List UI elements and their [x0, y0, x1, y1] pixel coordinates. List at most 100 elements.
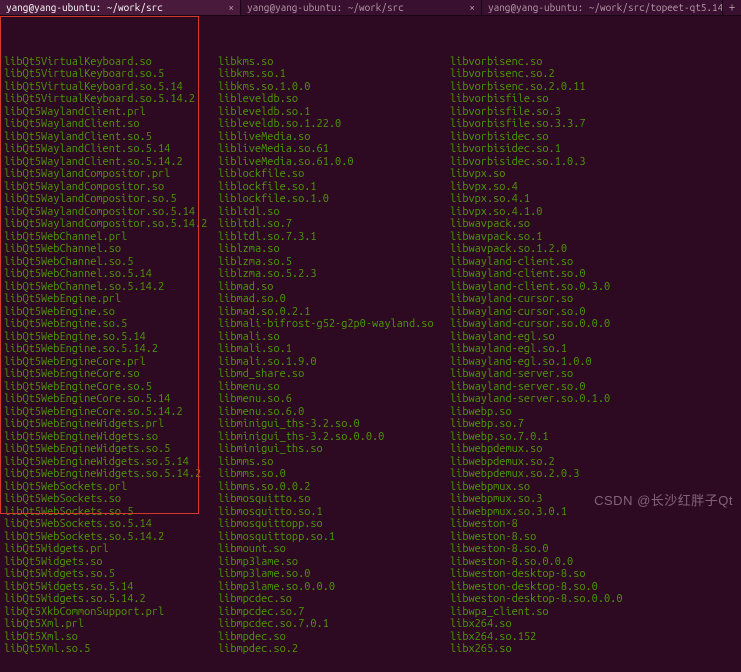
file-entry: libQt5WaylandCompositor.so: [4, 181, 218, 194]
file-entry: libwebpdemux.so: [450, 443, 737, 456]
file-entry: libQt5WebChannel.so: [4, 243, 218, 256]
close-icon[interactable]: ×: [469, 2, 475, 13]
terminal-output[interactable]: libQt5VirtualKeyboard.solibQt5VirtualKey…: [0, 16, 741, 672]
file-entry: libmpdec.so.2: [218, 643, 450, 656]
file-entry: libvpx.so: [450, 168, 737, 181]
file-entry: libQt5Xml.so.5: [4, 643, 218, 656]
file-entry: libQt5Widgets.so.5: [4, 568, 218, 581]
file-entry: libQt5WebEngineWidgets.so.5: [4, 443, 218, 456]
file-entry: liblzma.so.5.2.3: [218, 268, 450, 281]
listing-column-2: libkms.solibkms.so.1libkms.so.1.0.0lible…: [218, 56, 450, 656]
file-entry: libQt5WebEngineWidgets.prl: [4, 418, 218, 431]
file-entry: liblockfile.so.1.0: [218, 193, 450, 206]
file-entry: libQt5WebEngine.so.5: [4, 318, 218, 331]
file-entry: libQt5WebChannel.so.5.14: [4, 268, 218, 281]
file-entry: libQt5WebEngineCore.so.5.14.2: [4, 406, 218, 419]
file-entry: libliveMedia.so.61.0.0: [218, 156, 450, 169]
file-entry: libQt5WebEngineCore.so: [4, 368, 218, 381]
tab-label: yang@yang-ubuntu: ~/work/src/topeet-qt5.…: [488, 2, 723, 13]
file-entry: libvpx.so.4.1.0: [450, 206, 737, 219]
file-entry: libwavpack.so: [450, 218, 737, 231]
file-entry: libwavpack.so.1: [450, 231, 737, 244]
file-entry: libQt5WaylandClient.so.5: [4, 131, 218, 144]
file-entry: libmpdec.so: [218, 631, 450, 644]
file-entry: libwayland-server.so.0.1.0: [450, 393, 737, 406]
file-entry: libwayland-cursor.so: [450, 293, 737, 306]
file-entry: libvorbisidec.so.1: [450, 143, 737, 156]
file-entry: libmosquittopp.so.1: [218, 531, 450, 544]
file-entry: libvpx.so.4.1: [450, 193, 737, 206]
file-entry: libx264.so.152: [450, 631, 737, 644]
file-entry: libQt5WebChannel.prl: [4, 231, 218, 244]
file-entry: libltdl.so.7: [218, 218, 450, 231]
file-entry: libweston-8.so: [450, 531, 737, 544]
add-tab-button[interactable]: +: [723, 1, 741, 14]
file-entry: libwayland-server.so.0: [450, 381, 737, 394]
file-entry: libwebp.so: [450, 406, 737, 419]
terminal-tab-2[interactable]: yang@yang-ubuntu: ~/work/src ×: [241, 0, 482, 15]
file-entry: libQt5Widgets.so.5.14: [4, 581, 218, 594]
file-entry: libQt5XkbCommonSupport.prl: [4, 606, 218, 619]
file-entry: libQt5VirtualKeyboard.so: [4, 56, 218, 69]
file-entry: libQt5WebChannel.so.5.14.2: [4, 281, 218, 294]
file-entry: libmpcdec.so.7: [218, 606, 450, 619]
file-entry: libwpa_client.so: [450, 606, 737, 619]
file-entry: libmp3lame.so: [218, 556, 450, 569]
file-entry: libQt5WaylandClient.so.5.14: [4, 143, 218, 156]
file-entry: libvorbisenc.so: [450, 56, 737, 69]
file-entry: libQt5WaylandCompositor.prl: [4, 168, 218, 181]
file-entry: liblzma.so.5: [218, 256, 450, 269]
file-entry: libmpcdec.so.7.0.1: [218, 618, 450, 631]
file-entry: libmosquitto.so.1: [218, 506, 450, 519]
file-entry: libvorbisidec.so.1.0.3: [450, 156, 737, 169]
file-entry: libQt5Widgets.so: [4, 556, 218, 569]
file-entry: libQt5Xml.so: [4, 631, 218, 644]
file-entry: libwayland-egl.so: [450, 331, 737, 344]
file-entry: libQt5WebEngineWidgets.so: [4, 431, 218, 444]
file-entry: libQt5WebSockets.so: [4, 493, 218, 506]
file-entry: libkms.so.1.0.0: [218, 81, 450, 94]
file-entry: libQt5WaylandCompositor.so.5.14.2: [4, 218, 218, 231]
listing-column-3: libvorbisenc.solibvorbisenc.so.2libvorbi…: [450, 56, 737, 656]
file-entry: libmad.so.0.2.1: [218, 306, 450, 319]
file-entry: libQt5WebSockets.so.5: [4, 506, 218, 519]
file-entry: libQt5WebEngineCore.so.5: [4, 381, 218, 394]
file-entry: libx264.so: [450, 618, 737, 631]
file-entry: libQt5WaylandClient.so: [4, 118, 218, 131]
file-entry: libleveldb.so.1.22.0: [218, 118, 450, 131]
file-entry: libQt5VirtualKeyboard.so.5: [4, 68, 218, 81]
file-entry: libmms.so.0: [218, 468, 450, 481]
file-entry: libQt5WebEngineWidgets.so.5.14: [4, 456, 218, 469]
file-entry: libwayland-cursor.so.0: [450, 306, 737, 319]
file-entry: libwayland-client.so.0.3.0: [450, 281, 737, 294]
file-entry: libweston-desktop-8.so.0: [450, 581, 737, 594]
file-entry: libwebpdemux.so.2.0.3: [450, 468, 737, 481]
listing-column-1: libQt5VirtualKeyboard.solibQt5VirtualKey…: [4, 56, 218, 656]
file-entry: libmms.so: [218, 456, 450, 469]
file-entry: libmp3lame.so.0.0.0: [218, 581, 450, 594]
file-entry: libQt5WebSockets.prl: [4, 481, 218, 494]
file-entry: liblockfile.so: [218, 168, 450, 181]
file-entry: libwavpack.so.1.2.0: [450, 243, 737, 256]
file-entry: libQt5WaylandCompositor.so.5.14: [4, 206, 218, 219]
file-entry: libweston-8.so.0.0.0: [450, 556, 737, 569]
file-entry: libweston-8: [450, 518, 737, 531]
file-entry: libmpcdec.so: [218, 593, 450, 606]
close-icon[interactable]: ×: [228, 2, 234, 13]
file-entry: libleveldb.so: [218, 93, 450, 106]
file-entry: libminigui_ths.so: [218, 443, 450, 456]
file-entry: libmenu.so.6: [218, 393, 450, 406]
file-entry: libwayland-client.so.0: [450, 268, 737, 281]
file-entry: libkms.so: [218, 56, 450, 69]
file-entry: libvorbisidec.so: [450, 131, 737, 144]
file-entry: libvorbisfile.so.3: [450, 106, 737, 119]
file-entry: libQt5WebEngine.so.5.14: [4, 331, 218, 344]
file-entry: libQt5VirtualKeyboard.so.5.14.2: [4, 93, 218, 106]
terminal-tab-3[interactable]: yang@yang-ubuntu: ~/work/src/topeet-qt5.…: [482, 0, 723, 15]
file-entry: libQt5WebEngine.prl: [4, 293, 218, 306]
file-entry: libliveMedia.so.61: [218, 143, 450, 156]
tab-label: yang@yang-ubuntu: ~/work/src: [6, 2, 163, 13]
file-entry: libminigui_ths-3.2.so.0.0.0: [218, 431, 450, 444]
terminal-tab-1[interactable]: yang@yang-ubuntu: ~/work/src ×: [0, 0, 241, 15]
file-entry: libmali.so: [218, 331, 450, 344]
